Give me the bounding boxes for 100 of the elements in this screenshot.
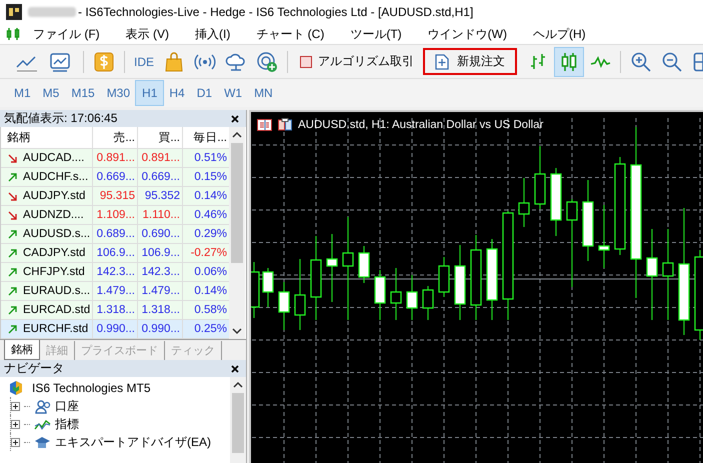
table-row[interactable]: EURCAD.std 1.318... 1.318... 0.58% — [1, 301, 229, 320]
scroll-thumb[interactable] — [231, 143, 243, 263]
candle — [422, 286, 434, 320]
table-cell-text: 0.46% — [193, 208, 228, 223]
table-cell: 1.479... — [93, 282, 138, 300]
candle — [262, 268, 274, 308]
table-row[interactable]: AUDUSD.s... 0.689... 0.690... 0.29% — [1, 225, 229, 244]
table-cell-text: 0.06% — [193, 265, 228, 280]
expand-icon[interactable] — [11, 402, 20, 410]
candle — [326, 234, 338, 302]
list-icon[interactable] — [257, 118, 272, 130]
scroll-up-icon[interactable] — [233, 381, 243, 389]
table-row[interactable]: CHFJPY.std 142.3... 142.3... 0.06% — [1, 263, 229, 282]
table-cell: 0.669... — [93, 168, 138, 186]
table-cell: 0.690... — [138, 225, 183, 243]
tree-item[interactable]: 指標 — [55, 416, 79, 432]
table-cell: 0.891... — [138, 149, 183, 167]
table-cell: 0.990... — [93, 320, 138, 338]
timeframe-button[interactable]: H1 — [136, 81, 164, 105]
window-title: - IS6Technologies-Live - Hedge - IS6 Technologies Ltd - [AUDUSD.std,H1] — [78, 5, 474, 19]
timeframe-button[interactable]: M30 — [100, 81, 136, 105]
scroll-up-icon[interactable] — [232, 131, 242, 139]
symbol-name: AUDCAD.... — [23, 152, 84, 164]
timeframe-button[interactable]: MN — [248, 81, 279, 105]
table-cell: 1.318... — [138, 301, 183, 319]
table-cell: 1.318... — [93, 301, 138, 319]
menu-item[interactable]: ヘルプ(H) — [520, 26, 599, 42]
table-cell-text: 0.14% — [193, 284, 228, 299]
table-row[interactable]: CADJPY.std 106.9... 106.9... -0.27% — [1, 244, 229, 263]
candle — [358, 246, 370, 284]
candle — [374, 270, 386, 320]
candlestick-icon[interactable] — [555, 48, 584, 76]
timeframe-button[interactable]: W1 — [218, 81, 248, 105]
ide-button[interactable]: IDE — [131, 50, 158, 72]
table-cell-text: 0.25% — [193, 322, 228, 337]
new-order-button[interactable]: 新規注文 — [423, 48, 518, 75]
expand-icon[interactable] — [11, 420, 20, 428]
symbol-name: EURCAD.std — [23, 304, 90, 316]
expand-icon[interactable] — [11, 438, 20, 446]
algo-trading-button[interactable]: アルゴリズム取引 — [294, 49, 420, 74]
table-cell: 142.3... — [138, 263, 183, 281]
timeframe-button[interactable]: H4 — [163, 81, 191, 105]
scroll-down-icon[interactable] — [232, 327, 242, 335]
tree-item[interactable]: IS6 Technologies MT5 — [32, 381, 151, 395]
table-cell-text: -0.27% — [190, 246, 228, 261]
candle — [534, 146, 546, 210]
candle — [598, 204, 610, 268]
symbol-name: AUDJPY.std — [23, 190, 86, 202]
candle — [550, 168, 562, 236]
timeframe-button[interactable]: M1 — [8, 81, 37, 105]
menu-item[interactable]: ファイル (F) — [20, 26, 113, 42]
candle — [390, 268, 402, 320]
timeframe-button[interactable]: D1 — [190, 81, 218, 105]
table-cell: 0.891... — [93, 149, 138, 167]
scrollbar[interactable] — [229, 127, 245, 339]
table-row[interactable]: EURCHF.std 0.990... 0.990... 0.25% — [1, 320, 229, 339]
tree-item[interactable]: 口座 — [55, 398, 79, 414]
table-row[interactable]: EURAUD.s... 1.479... 1.479... 0.14% — [1, 282, 229, 301]
table-row[interactable]: AUDNZD.... 1.109... 1.110... 0.46% — [1, 206, 229, 225]
table-row[interactable]: AUDCHF.s... 0.669... 0.669... 0.15% — [1, 168, 229, 187]
panel-title: 気配値表示: 17:06:45 — [4, 110, 118, 127]
table-cell-text: 0.29% — [193, 227, 228, 242]
menu-item[interactable]: チャート (C) — [243, 26, 338, 42]
save-icon[interactable] — [278, 118, 292, 131]
scrollbar[interactable] — [230, 377, 246, 463]
table-cell: 142.3... — [93, 263, 138, 281]
menu-item[interactable]: ウインドウ(W) — [414, 26, 520, 42]
candle — [438, 256, 450, 298]
graduation-cap-icon — [34, 434, 51, 450]
candle — [294, 258, 306, 330]
column-header[interactable]: 売... — [93, 127, 138, 148]
candle — [278, 282, 290, 330]
table-cell: 1.109... — [93, 206, 138, 224]
table-cell-text: 0.15% — [193, 170, 228, 185]
candlestick-icon[interactable] — [6, 27, 20, 41]
people-icon — [34, 398, 51, 414]
table-cell: 1.479... — [138, 282, 183, 300]
column-header[interactable]: 銘柄 — [1, 127, 93, 148]
column-header[interactable]: 毎日... — [183, 127, 229, 148]
table-row[interactable]: AUDCAD.... 0.891... 0.891... 0.51% — [1, 149, 229, 168]
panel-title: ナビゲータ — [4, 360, 64, 377]
tree-item[interactable]: エキスパートアドバイザ(EA) — [55, 434, 211, 450]
symbol-name: CHFJPY.std — [23, 266, 85, 278]
column-header[interactable]: 買... — [138, 127, 183, 148]
symbol-name: AUDCHF.s... — [23, 171, 88, 183]
symbol-name: AUDUSD.s... — [23, 228, 90, 240]
close-icon[interactable] — [230, 114, 240, 124]
menu-item[interactable]: ツール(T) — [337, 26, 415, 42]
table-row[interactable]: AUDJPY.std 95.315 95.352 0.14% — [1, 187, 229, 206]
timeframe-button[interactable]: M5 — [36, 81, 66, 105]
scroll-thumb[interactable] — [232, 393, 244, 453]
menu-item[interactable]: 表示 (V) — [112, 26, 182, 42]
table-cell: 106.9... — [138, 244, 183, 262]
timeframe-button[interactable]: M15 — [65, 81, 101, 105]
symbol-name: EURAUD.s... — [23, 285, 90, 297]
table-cell: 0.990... — [138, 320, 183, 338]
close-icon[interactable] — [230, 364, 240, 374]
menu-item[interactable]: 挿入(I) — [182, 26, 244, 42]
table-cell-text: 0.14% — [193, 189, 228, 204]
tab[interactable]: 銘柄 — [4, 340, 40, 360]
